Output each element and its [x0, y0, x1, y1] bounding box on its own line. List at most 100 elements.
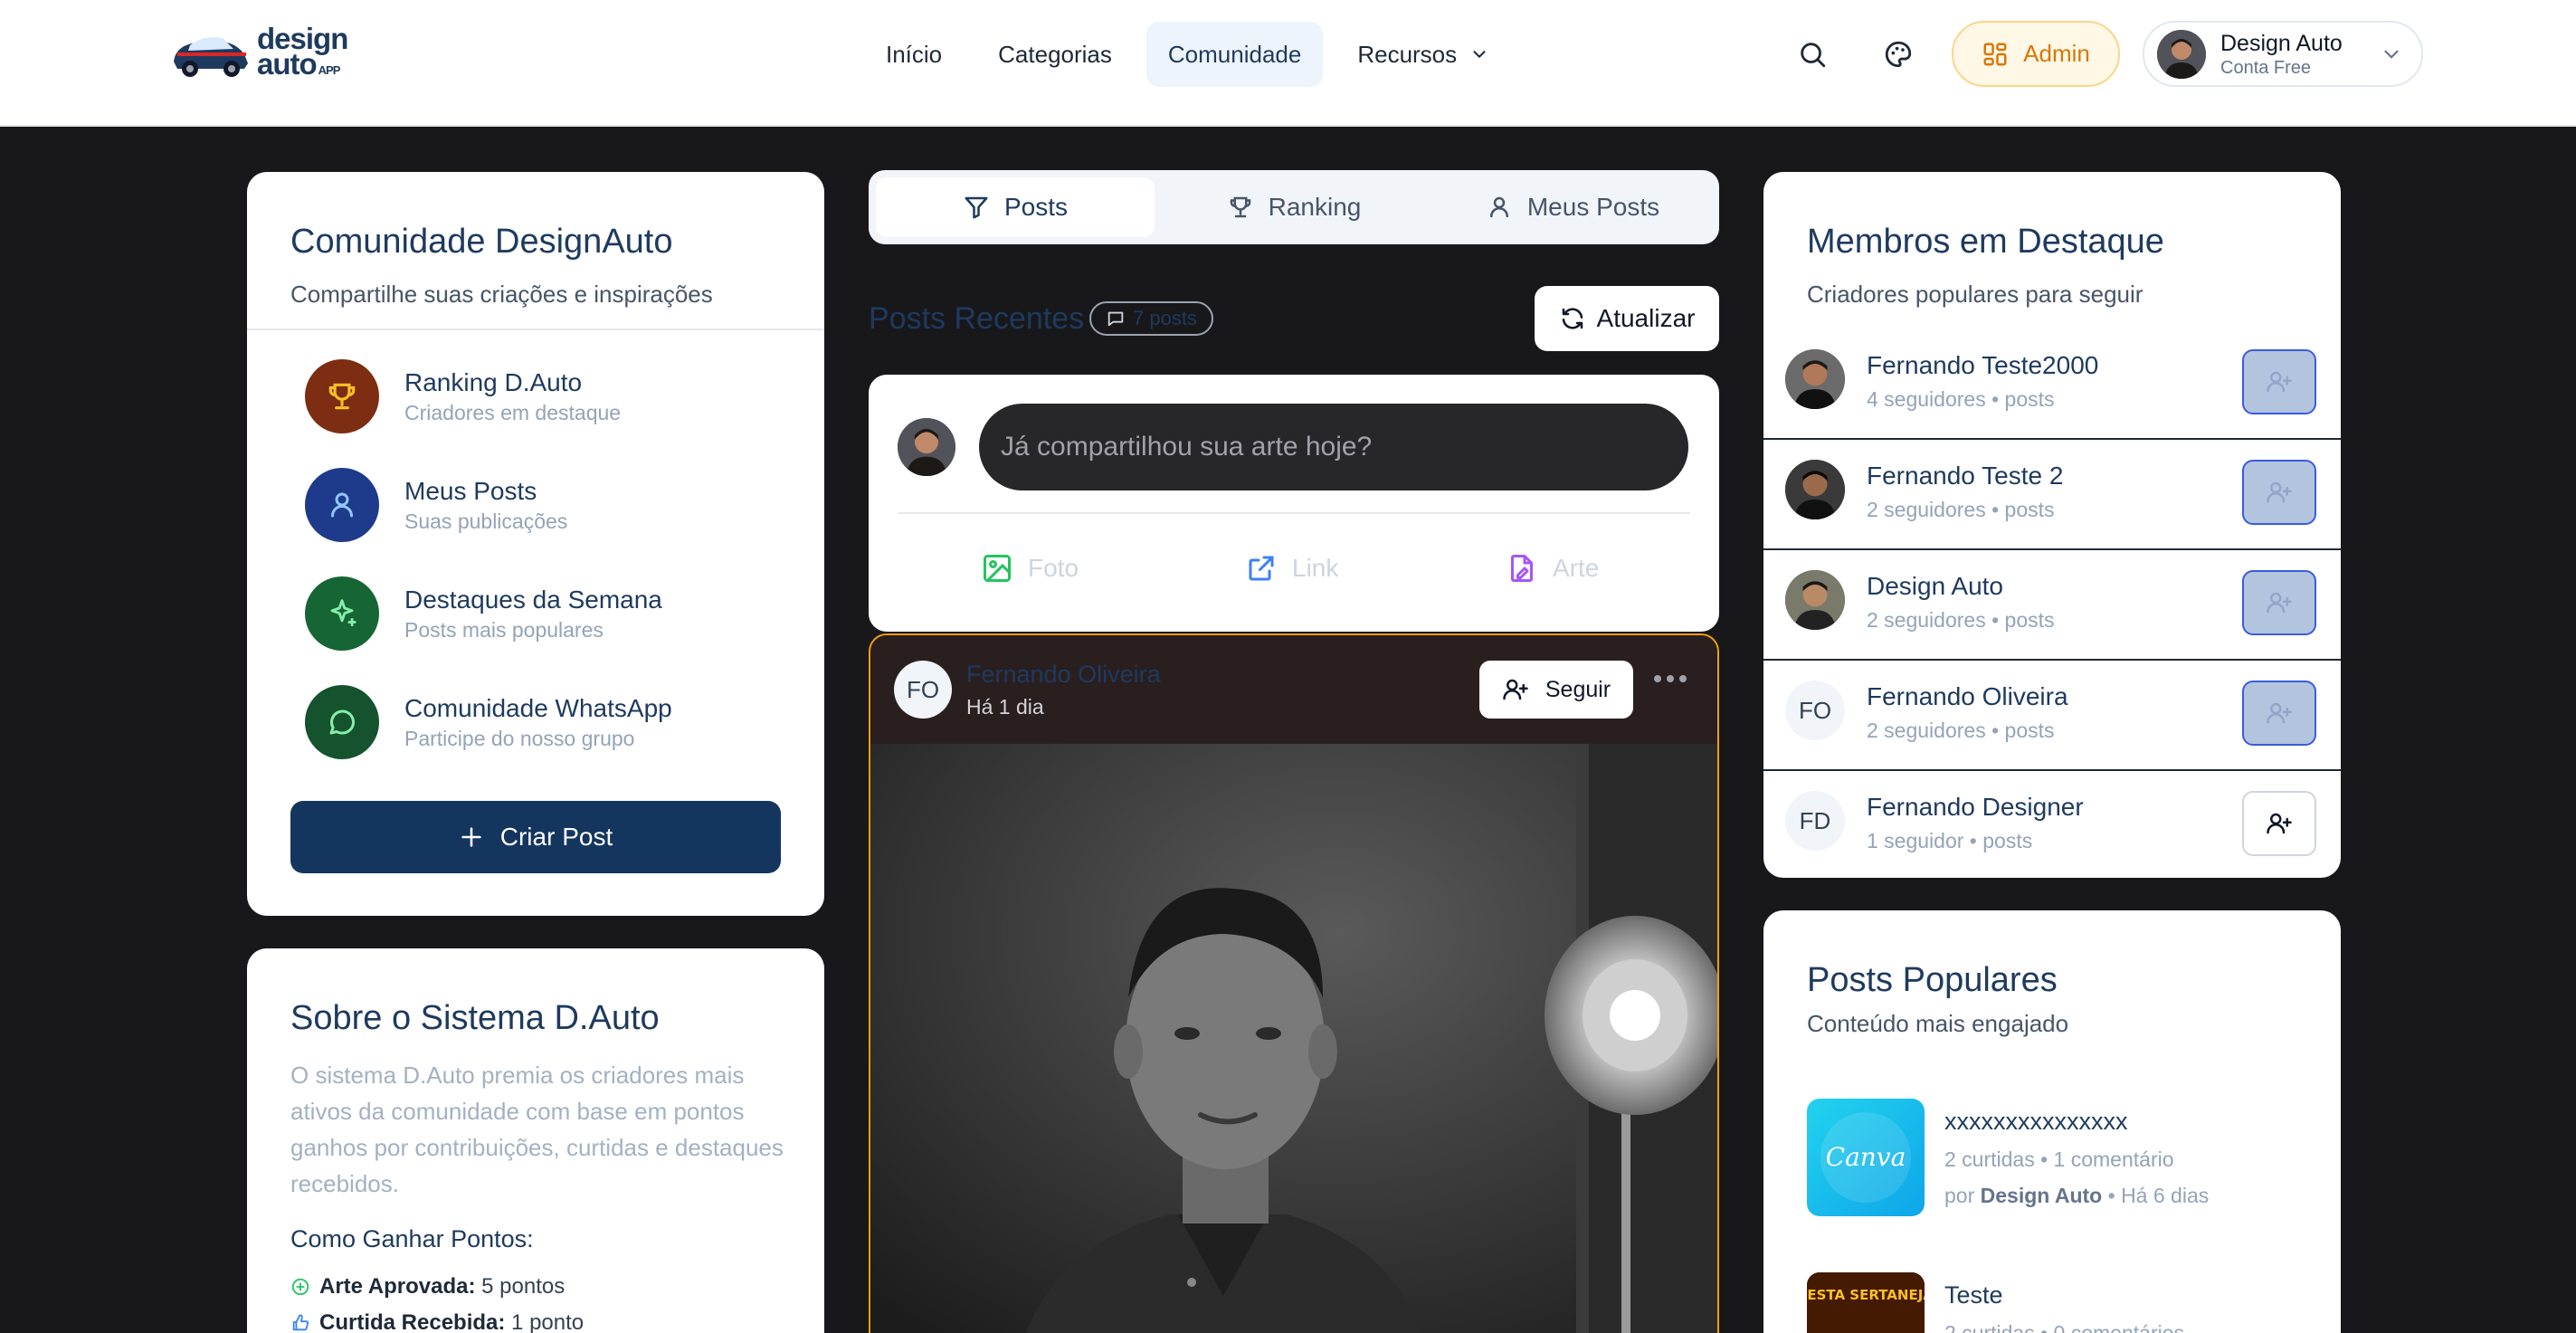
- avatar: [1785, 349, 1845, 409]
- avatar[interactable]: FO: [894, 661, 952, 719]
- user-plus-icon: [2267, 371, 2292, 393]
- follow-member-button[interactable]: [2242, 460, 2316, 525]
- menu-whatsapp[interactable]: Comunidade WhatsApp Participe do nosso g…: [305, 684, 794, 760]
- posts-count-badge: 7 posts: [1089, 301, 1213, 336]
- popular-post-stats: 2 curtidas • 0 comentários: [1944, 1321, 2185, 1333]
- featured-members-subtitle: Criadores populares para seguir: [1807, 281, 2143, 308]
- plus-circle-icon: [291, 1278, 309, 1296]
- follow-member-button[interactable]: [2242, 681, 2316, 746]
- post-header: FO Fernando Oliveira Há 1 dia Seguir: [870, 635, 1717, 744]
- logo-suffix: APP: [318, 62, 341, 77]
- menu-ranking[interactable]: Ranking D.Auto Criadores em destaque: [305, 358, 794, 434]
- post-author[interactable]: Fernando Oliveira: [966, 661, 1161, 689]
- palette-icon: [1885, 41, 1912, 68]
- comment-icon: [1107, 311, 1124, 327]
- avatar: [898, 418, 955, 476]
- community-subtitle: Compartilhe suas criações e inspirações: [290, 281, 713, 308]
- member-meta: 2 seguidores • posts: [1867, 608, 2055, 632]
- refresh-button[interactable]: Atualizar: [1535, 286, 1719, 351]
- user-plus-icon: [2267, 481, 2292, 503]
- menu-whatsapp-label: Comunidade WhatsApp: [404, 694, 672, 722]
- member-row[interactable]: FD Fernando Designer 1 seguidor • posts: [1763, 773, 2341, 878]
- point-label: Curtida Recebida:: [319, 1310, 506, 1333]
- divider: [898, 512, 1690, 514]
- follow-member-button[interactable]: [2242, 791, 2316, 856]
- image-icon: [984, 555, 1011, 582]
- member-name: Fernando Teste2000: [1867, 351, 2099, 379]
- member-meta: 4 seguidores • posts: [1867, 387, 2055, 411]
- menu-my-posts[interactable]: Meus Posts Suas publicações: [305, 467, 794, 543]
- menu-ranking-label: Ranking D.Auto: [404, 368, 583, 396]
- theme-button[interactable]: [1877, 33, 1920, 76]
- member-row[interactable]: Design Auto 2 seguidores • posts: [1763, 552, 2341, 661]
- add-link-label: Link: [1292, 554, 1339, 582]
- nav-inicio[interactable]: Início: [864, 22, 964, 87]
- popular-post-item[interactable]: FESTA SERTANEJA Teste 2 curtidas • 0 com…: [1807, 1272, 2314, 1333]
- member-name: Fernando Designer: [1867, 793, 2084, 821]
- about-title: Sobre o Sistema D.Auto: [290, 999, 660, 1037]
- popular-post-title: xxxxxxxxxxxxxxx: [1944, 1108, 2128, 1135]
- popular-post-stats: 2 curtidas • 1 comentário: [1944, 1147, 2174, 1171]
- trophy-icon: [1230, 196, 1250, 218]
- add-link-button[interactable]: Link: [1245, 552, 1338, 585]
- refresh-label: Atualizar: [1596, 304, 1696, 332]
- file-art-icon: [1511, 555, 1533, 582]
- nav-recursos-label: Recursos: [1357, 40, 1458, 68]
- popular-posts-subtitle: Conteúdo mais engajado: [1807, 1010, 2069, 1037]
- tab-posts[interactable]: Posts: [876, 177, 1155, 237]
- user-icon: [1489, 196, 1508, 218]
- thumb-text: FESTA SERTANEJA: [1807, 1287, 1925, 1303]
- post-image[interactable]: [870, 744, 1719, 1333]
- canva-logo-text: Canva: [1826, 1142, 1906, 1172]
- user-name: Design Auto: [2220, 30, 2343, 56]
- add-photo-label: Foto: [1028, 554, 1079, 582]
- refresh-icon: [1562, 308, 1583, 329]
- by-name: Design Auto: [1980, 1184, 2103, 1207]
- avatar: [2157, 29, 2206, 79]
- add-art-button[interactable]: Arte: [1506, 552, 1599, 585]
- user-plan: Conta Free: [2220, 57, 2312, 78]
- chevron-down-icon: [1473, 51, 1486, 59]
- nav-comunidade[interactable]: Comunidade: [1145, 22, 1324, 87]
- featured-members-title: Membros em Destaque: [1807, 223, 2164, 261]
- chevron-down-icon: [2384, 50, 2399, 59]
- member-meta: 2 seguidores • posts: [1867, 498, 2055, 521]
- member-row[interactable]: Fernando Teste 2 2 seguidores • posts: [1763, 442, 2341, 550]
- menu-highlights[interactable]: Destaques da Semana Posts mais populares: [305, 576, 794, 652]
- about-text: O sistema D.Auto premia os criadores mai…: [290, 1062, 784, 1197]
- post-thumbnail: FESTA SERTANEJA: [1807, 1272, 1925, 1333]
- nav-recursos[interactable]: Recursos: [1336, 22, 1511, 87]
- dashboard-icon: [1983, 43, 2007, 65]
- follow-button[interactable]: Seguir: [1479, 661, 1633, 719]
- search-button[interactable]: [1791, 33, 1834, 76]
- tab-ranking[interactable]: Ranking: [1155, 177, 1433, 237]
- user-plus-icon: [2267, 592, 2292, 614]
- follow-member-button[interactable]: [2242, 570, 2316, 635]
- create-post-button[interactable]: Criar Post: [290, 801, 781, 873]
- popular-posts-title: Posts Populares: [1807, 961, 2058, 999]
- tab-my-posts[interactable]: Meus Posts: [1433, 177, 1712, 237]
- follow-member-button[interactable]: [2242, 349, 2316, 414]
- filter-icon: [965, 196, 988, 219]
- featured-members-card: Membros em Destaque Criadores populares …: [1763, 172, 2341, 878]
- car-logo-icon: [174, 37, 248, 77]
- user-icon: [305, 468, 379, 542]
- user-plus-icon: [2267, 813, 2292, 834]
- composer-input[interactable]: Já compartilhou sua arte hoje?: [979, 404, 1688, 490]
- admin-button[interactable]: Admin: [1952, 21, 2120, 87]
- more-options-icon[interactable]: [1654, 675, 1687, 682]
- member-row[interactable]: Fernando Teste2000 4 seguidores • posts: [1763, 331, 2341, 440]
- logo[interactable]: design auto APP: [168, 24, 348, 83]
- post-time: Há 1 dia: [966, 695, 1044, 719]
- post-thumbnail: Canva: [1807, 1099, 1925, 1216]
- sparkles-icon: [305, 576, 379, 651]
- member-row[interactable]: FO Fernando Oliveira 2 seguidores • post…: [1763, 662, 2341, 771]
- avatar: [1785, 460, 1845, 519]
- user-menu-button[interactable]: Design Auto Conta Free: [2143, 21, 2423, 87]
- member-name: Fernando Teste 2: [1867, 462, 2064, 490]
- popular-post-item[interactable]: Canva xxxxxxxxxxxxxxx 2 curtidas • 1 com…: [1807, 1099, 2314, 1216]
- add-photo-button[interactable]: Foto: [981, 552, 1079, 585]
- posts-count: 7 posts: [1133, 307, 1197, 329]
- nav-categorias[interactable]: Categorias: [976, 22, 1134, 87]
- tab-posts-label: Posts: [1003, 193, 1069, 221]
